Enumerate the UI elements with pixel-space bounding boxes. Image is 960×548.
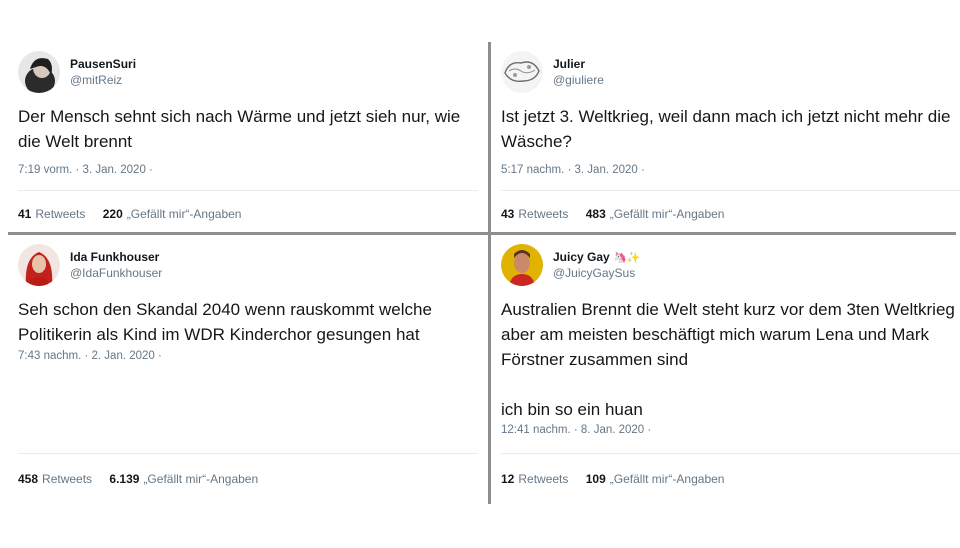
- separator: [501, 190, 960, 191]
- retweet-count[interactable]: 41 Retweets: [18, 207, 85, 221]
- separator: [18, 453, 478, 454]
- tweet-timestamp[interactable]: 7:43 nachm. · 2. Jan. 2020 ·: [18, 350, 162, 362]
- avatar[interactable]: [501, 51, 543, 93]
- avatar[interactable]: [18, 244, 60, 286]
- tweet-text: Seh schon den Skandal 2040 wenn rauskomm…: [18, 300, 432, 344]
- like-count[interactable]: 109 „Gefällt mir“-Angaben: [586, 472, 725, 486]
- user-handle[interactable]: @mitReiz: [70, 73, 122, 87]
- retweet-count[interactable]: 43 Retweets: [501, 207, 568, 221]
- separator: [501, 453, 960, 454]
- display-name[interactable]: Juicy Gay 🦄✨: [553, 250, 640, 264]
- tweet-stats: 458 Retweets 6.139 „Gefällt mir“-Angaben: [18, 472, 258, 486]
- retweet-count[interactable]: 458 Retweets: [18, 472, 92, 486]
- tweet-card-idafunkhouser[interactable]: Ida Funkhouser @IdaFunkhouser Seh schon …: [8, 235, 478, 504]
- like-count[interactable]: 6.139 „Gefällt mir“-Angaben: [109, 472, 258, 486]
- separator: [18, 190, 478, 191]
- avatar[interactable]: [18, 51, 60, 93]
- tweet-card-julier[interactable]: Julier @giuliere Ist jetzt 3. Weltkrieg,…: [491, 42, 960, 232]
- user-handle[interactable]: @IdaFunkhouser: [70, 266, 162, 280]
- tweet-timestamp[interactable]: 12:41 nachm. · 8. Jan. 2020 ·: [501, 424, 651, 436]
- unicorn-sparkles-icon: 🦄✨: [613, 252, 641, 264]
- tweet-stats: 41 Retweets 220 „Gefällt mir“-Angaben: [18, 207, 241, 221]
- display-name[interactable]: Julier: [553, 57, 585, 71]
- tweet-timestamp[interactable]: 5:17 nachm. · 3. Jan. 2020 ·: [501, 164, 645, 176]
- tweet-stats: 43 Retweets 483 „Gefällt mir“-Angaben: [501, 207, 724, 221]
- tweet-timestamp[interactable]: 7:19 vorm. · 3. Jan. 2020 ·: [18, 164, 153, 176]
- avatar[interactable]: [501, 244, 543, 286]
- user-handle[interactable]: @giuliere: [553, 73, 604, 87]
- tweet-card-pausensuri[interactable]: PausenSuri @mitReiz Der Mensch sehnt sic…: [8, 42, 478, 232]
- tweet-stats: 12 Retweets 109 „Gefällt mir“-Angaben: [501, 472, 724, 486]
- tweet-card-juicygay[interactable]: Juicy Gay 🦄✨ @JuicyGaySus Australien Bre…: [491, 235, 960, 504]
- like-count[interactable]: 483 „Gefällt mir“-Angaben: [586, 207, 725, 221]
- user-handle[interactable]: @JuicyGaySus: [553, 266, 635, 280]
- like-count[interactable]: 220 „Gefällt mir“-Angaben: [103, 207, 242, 221]
- display-name[interactable]: PausenSuri: [70, 57, 136, 71]
- display-name[interactable]: Ida Funkhouser: [70, 250, 159, 264]
- tweet-collage: PausenSuri @mitReiz Der Mensch sehnt sic…: [8, 42, 960, 504]
- tweet-text: Australien Brennt die Welt steht kurz vo…: [501, 300, 955, 419]
- retweet-count[interactable]: 12 Retweets: [501, 472, 568, 486]
- tweet-text: Ist jetzt 3. Weltkrieg, weil dann mach i…: [501, 107, 951, 151]
- tweet-text: Der Mensch sehnt sich nach Wärme und jet…: [18, 107, 461, 151]
